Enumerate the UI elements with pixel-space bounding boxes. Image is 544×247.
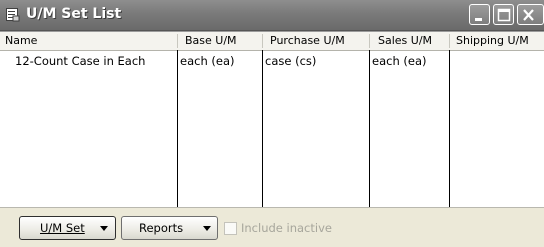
um-set-button-label: U/M Set — [40, 221, 85, 235]
chevron-down-icon — [100, 226, 108, 231]
include-inactive-label[interactable]: Include inactive — [241, 221, 332, 235]
column-divider[interactable] — [177, 34, 178, 48]
maximize-icon — [497, 8, 511, 22]
maximize-button[interactable] — [493, 4, 514, 25]
column-header-name[interactable]: Name — [5, 32, 37, 50]
cell-base-um: each (ea) — [180, 54, 235, 68]
column-divider[interactable] — [262, 34, 263, 48]
column-header-shipping-um[interactable]: Shipping U/M — [456, 32, 529, 50]
title-bar[interactable]: U/M Set List — [0, 0, 544, 31]
close-icon — [523, 9, 534, 21]
column-divider[interactable] — [449, 34, 450, 48]
column-header-row: Name Base U/M Purchase U/M Sales U/M Shi… — [0, 32, 544, 51]
close-button[interactable] — [517, 4, 544, 25]
reports-button[interactable]: Reports — [121, 216, 218, 240]
column-divider[interactable] — [369, 34, 370, 48]
minimize-button[interactable] — [469, 4, 490, 25]
minimize-icon — [475, 18, 482, 21]
column-header-sales-um[interactable]: Sales U/M — [378, 32, 432, 50]
cell-purchase-um: case (cs) — [265, 54, 317, 68]
list-window-icon — [6, 8, 20, 22]
window-title: U/M Set List — [26, 6, 122, 22]
cell-name: 12-Count Case in Each — [15, 54, 146, 68]
chevron-down-icon — [203, 226, 211, 231]
column-header-purchase-um[interactable]: Purchase U/M — [270, 32, 345, 50]
reports-button-label: Reports — [139, 221, 184, 235]
um-set-list-window: U/M Set List Name Base U/M Purchase U/M — [0, 0, 544, 247]
include-inactive-checkbox[interactable] — [224, 222, 237, 235]
footer-toolbar: U/M Set Reports Include inactive — [0, 207, 544, 247]
um-set-button[interactable]: U/M Set — [19, 216, 116, 240]
cell-sales-um: each (ea) — [372, 54, 427, 68]
column-header-base-um[interactable]: Base U/M — [185, 32, 237, 50]
